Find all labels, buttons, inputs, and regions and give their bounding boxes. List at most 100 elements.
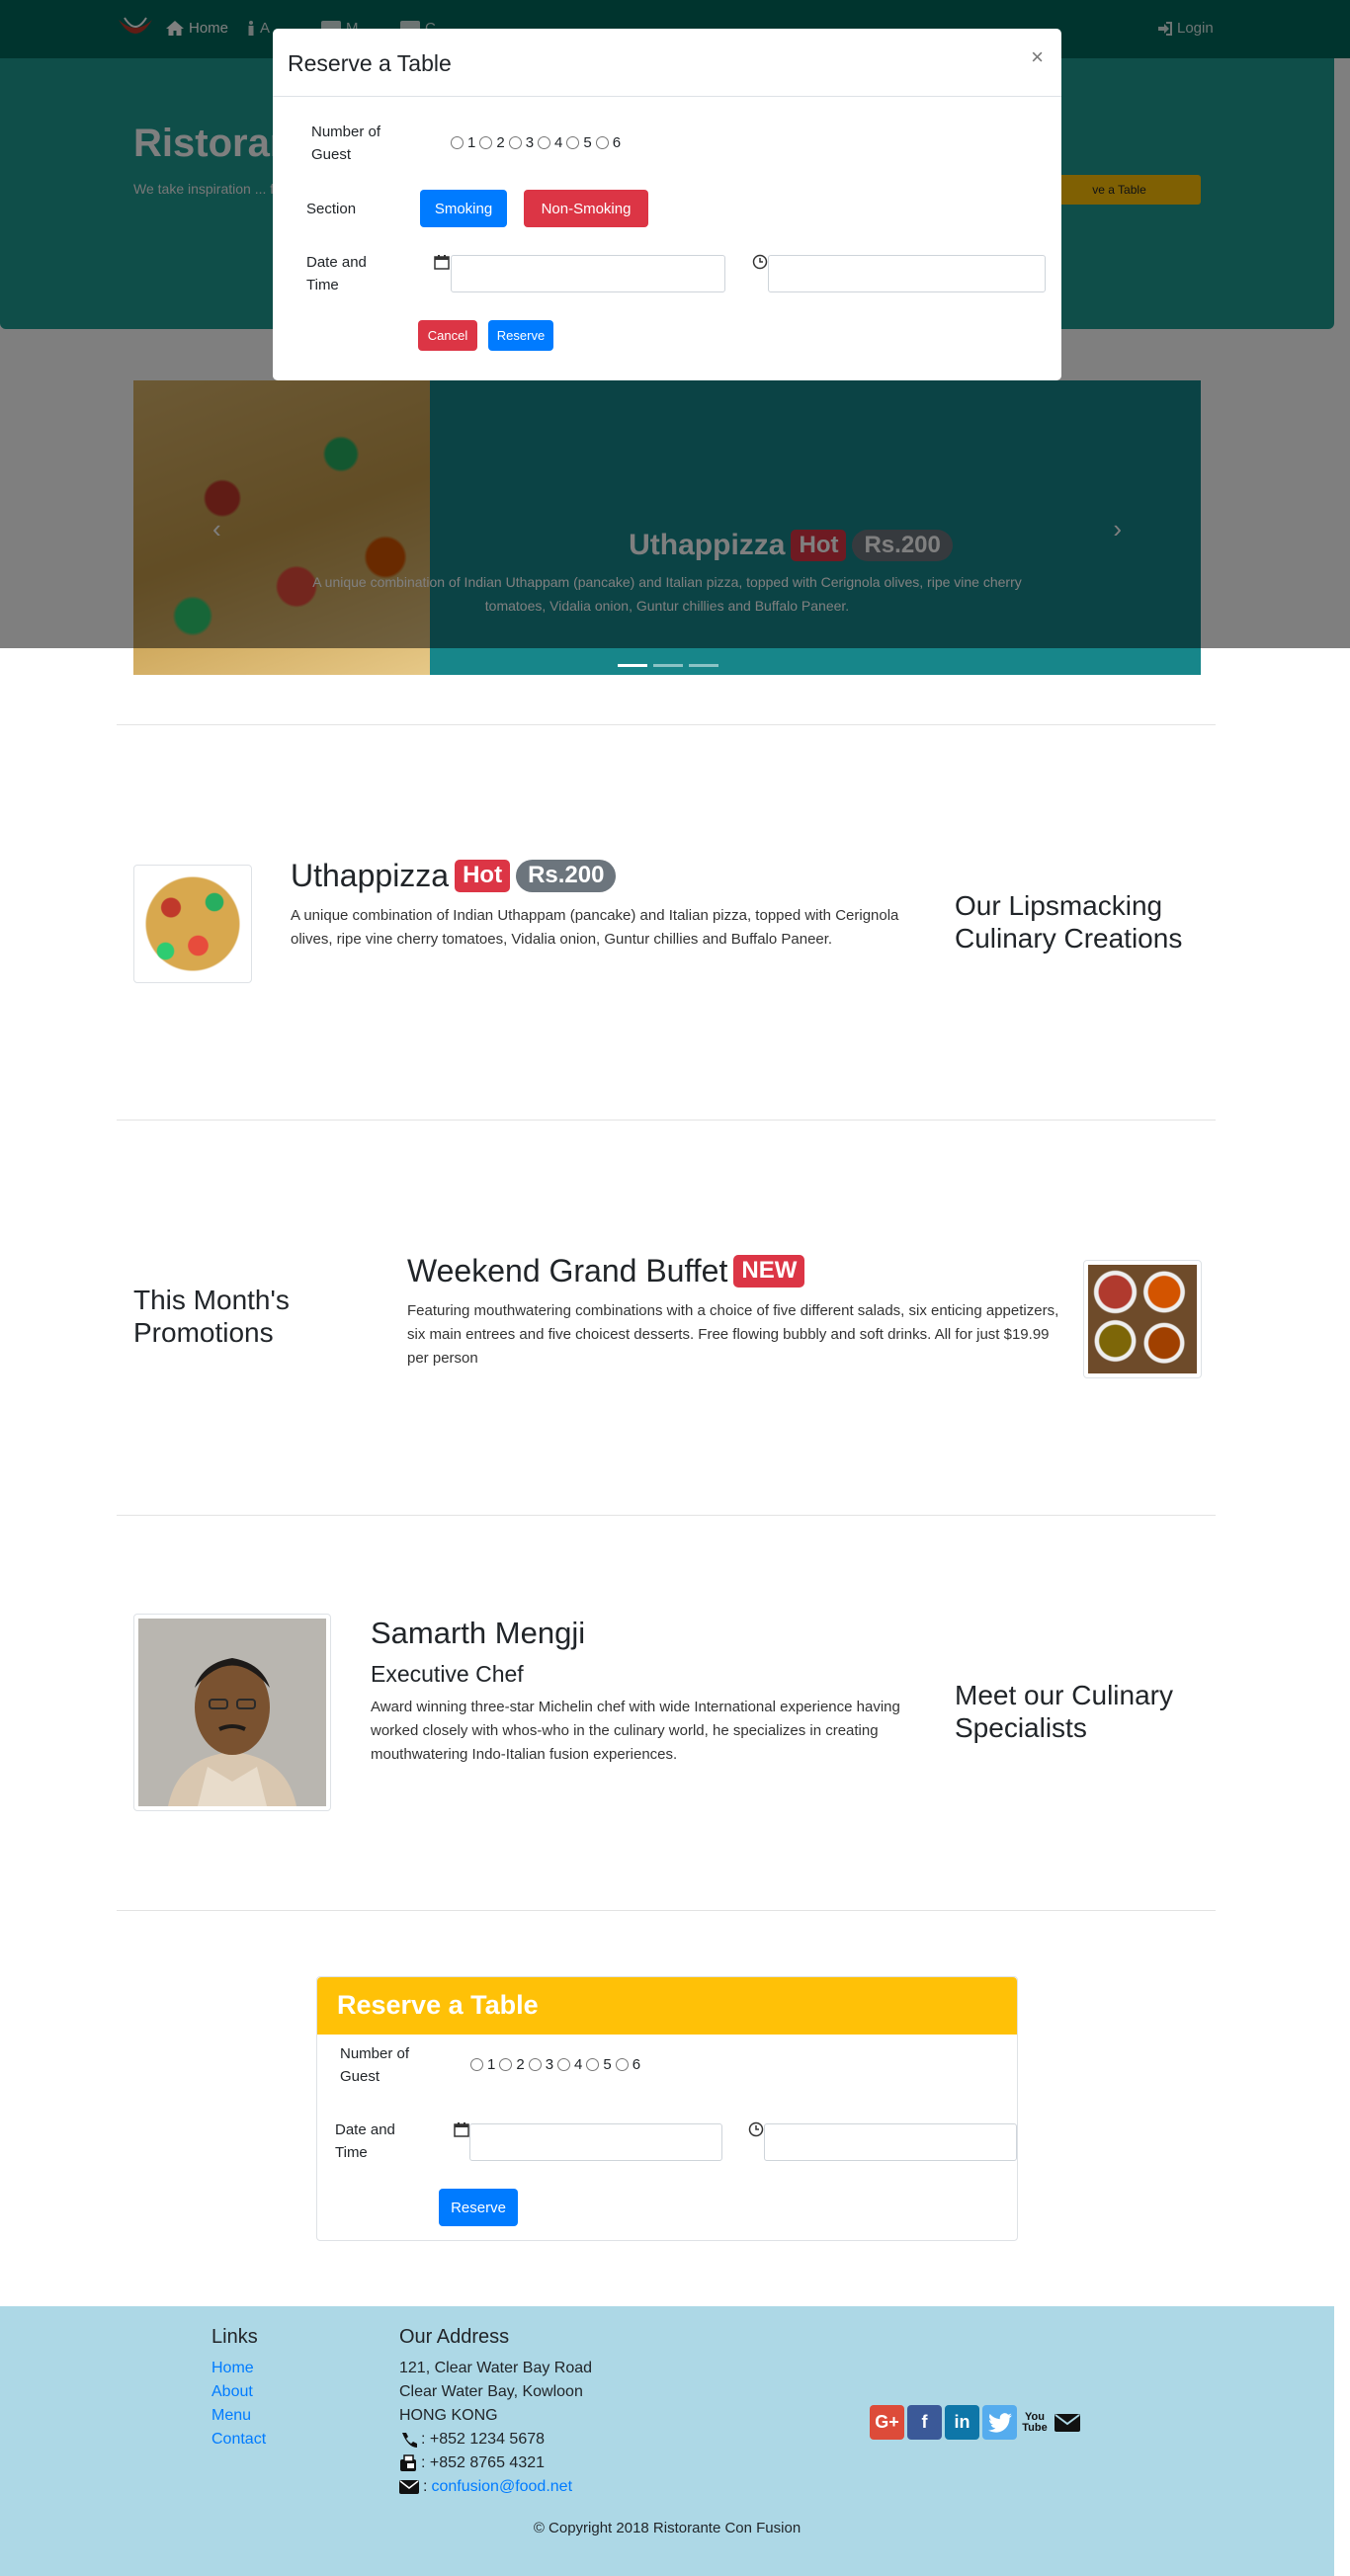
guest-option[interactable]: 1	[470, 2056, 495, 2073]
clock-icon	[748, 2121, 764, 2137]
facebook-icon[interactable]: f	[907, 2405, 942, 2440]
radio-button[interactable]	[528, 2058, 542, 2071]
divider	[117, 1910, 1216, 1911]
footer-link-contact[interactable]: Contact	[211, 2431, 266, 2449]
reserve-button[interactable]: Reserve	[488, 320, 553, 351]
card-datetime-label: Date and Time	[335, 2121, 395, 2161]
reserve-card-title: Reserve a Table	[317, 1977, 1017, 2035]
calendar-icon	[434, 255, 450, 270]
address-line: HONG KONG	[399, 2407, 498, 2424]
dish-thumbnail	[133, 865, 252, 983]
dish-hot-badge: Hot	[455, 860, 511, 892]
carousel-indicators	[618, 664, 718, 667]
guest-option-label: 4	[554, 134, 563, 151]
leader-side-heading: Meet our Culinary Specialists	[955, 1680, 1173, 1743]
card-guests-label: Number of Guest	[340, 2045, 410, 2085]
radio-button[interactable]	[499, 2058, 513, 2071]
radio-button[interactable]	[586, 2058, 600, 2071]
google-plus-icon[interactable]: G+	[870, 2405, 904, 2440]
smoking-button[interactable]: Smoking	[420, 190, 507, 227]
radio-button[interactable]	[615, 2058, 629, 2071]
promo-side-heading: This Month's Promotions	[133, 1285, 290, 1348]
promo-thumbnail	[1083, 1260, 1202, 1378]
reserve-modal: Reserve a Table × Number of Guest 1 2 3 …	[273, 29, 1061, 380]
leader-designation: Executive Chef	[371, 1661, 524, 1687]
radio-button[interactable]	[538, 136, 551, 149]
social-links: G+ f in You Tube	[870, 2405, 1082, 2440]
carousel-indicator[interactable]	[653, 664, 683, 667]
close-icon[interactable]: ×	[1031, 44, 1044, 70]
radio-button[interactable]	[451, 136, 464, 149]
date-input[interactable]	[451, 255, 725, 292]
card-guests-radio-group: 1 2 3 4 5 6	[470, 2056, 644, 2073]
envelope-icon	[399, 2480, 419, 2494]
fax-row: : +852 8765 4321	[399, 2454, 545, 2472]
phone-number: : +852 1234 5678	[421, 2431, 546, 2448]
footer-link-about[interactable]: About	[211, 2383, 253, 2401]
card-date-input[interactable]	[469, 2123, 722, 2161]
youtube-icon[interactable]: You Tube	[1020, 2405, 1050, 2440]
guest-option[interactable]: 1	[451, 134, 475, 151]
radio-button[interactable]	[508, 136, 522, 149]
dish-side-heading: Our Lipsmacking Culinary Creations	[955, 890, 1183, 954]
phone-icon	[402, 2433, 417, 2448]
card-time-input[interactable]	[764, 2123, 1017, 2161]
radio-button[interactable]	[566, 136, 580, 149]
phone-row: : +852 1234 5678	[399, 2431, 545, 2449]
modal-header: Reserve a Table ×	[273, 29, 1061, 97]
dish-price-badge: Rs.200	[516, 860, 617, 892]
section-label: Section	[306, 201, 357, 217]
radio-button[interactable]	[470, 2058, 483, 2071]
time-input[interactable]	[768, 255, 1046, 292]
carousel-indicator[interactable]	[618, 664, 647, 667]
leader-name: Samarth Mengji	[371, 1616, 586, 1650]
address-line: Clear Water Bay, Kowloon	[399, 2383, 583, 2400]
guest-option[interactable]: 6	[595, 134, 621, 151]
divider	[117, 1120, 1216, 1121]
calendar-icon	[454, 2122, 469, 2137]
footer-address-heading: Our Address	[399, 2326, 510, 2348]
email-row: : confusion@food.net	[399, 2478, 572, 2496]
twitter-icon[interactable]	[982, 2405, 1017, 2440]
leader-heading: Samarth Mengji	[371, 1616, 585, 1651]
guest-option-label: 2	[516, 2056, 525, 2073]
footer-link-menu[interactable]: Menu	[211, 2407, 251, 2425]
linkedin-icon[interactable]: in	[945, 2405, 979, 2440]
copyright: © Copyright 2018 Ristorante Con Fusion	[533, 2520, 802, 2536]
guest-option[interactable]: 2	[499, 2056, 525, 2073]
dish-title: Uthappizza	[291, 858, 450, 893]
leader-thumbnail	[133, 1614, 331, 1811]
footer-links-heading: Links	[211, 2326, 258, 2348]
footer-link-home[interactable]: Home	[211, 2360, 254, 2377]
guest-option[interactable]: 3	[508, 134, 535, 151]
non-smoking-button[interactable]: Non-Smoking	[524, 190, 648, 227]
modal-title: Reserve a Table	[288, 50, 452, 76]
email-link[interactable]: confusion@food.net	[431, 2478, 572, 2496]
guest-option[interactable]: 2	[479, 134, 505, 151]
footer: Links Home About Menu Contact Our Addres…	[0, 2306, 1334, 2576]
guest-option[interactable]: 4	[557, 2056, 582, 2073]
datetime-label: Date and Time	[306, 254, 367, 293]
guest-option-label: 4	[574, 2056, 583, 2073]
guest-option-label: 2	[496, 134, 505, 151]
carousel-indicator[interactable]	[689, 664, 718, 667]
guest-option[interactable]: 5	[566, 134, 592, 151]
radio-button[interactable]	[479, 136, 493, 149]
card-reserve-button[interactable]: Reserve	[439, 2189, 518, 2226]
radio-button[interactable]	[595, 136, 609, 149]
mail-icon[interactable]	[1053, 2405, 1082, 2440]
guest-option[interactable]: 3	[528, 2056, 554, 2073]
clock-icon	[752, 254, 768, 270]
guests-radio-group: 1 2 3 4 5 6	[451, 134, 625, 151]
guest-option-label: 3	[525, 134, 535, 151]
cancel-button[interactable]: Cancel	[418, 320, 477, 351]
dish-heading: Uthappizza Hot Rs.200	[291, 858, 617, 894]
guest-option-label: 3	[545, 2056, 554, 2073]
fax-number: : +852 8765 4321	[421, 2454, 546, 2471]
guest-option[interactable]: 6	[615, 2056, 640, 2073]
guest-option[interactable]: 4	[538, 134, 562, 151]
guest-option[interactable]: 5	[586, 2056, 612, 2073]
address-line: 121, Clear Water Bay Road	[399, 2360, 593, 2376]
guests-label: Number of Guest	[311, 124, 381, 163]
radio-button[interactable]	[557, 2058, 571, 2071]
